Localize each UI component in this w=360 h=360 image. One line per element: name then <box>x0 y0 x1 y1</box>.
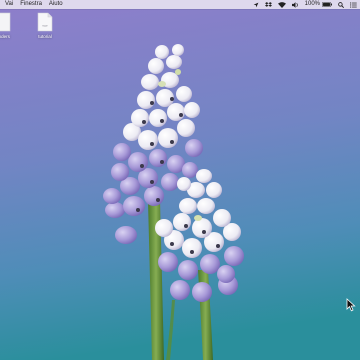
desktop: Vai Finestra Aiuto 100% ders TXT tutoria… <box>0 0 360 360</box>
desktop-icon-tutorial[interactable]: TXT tutorial <box>34 12 56 39</box>
dropbox-icon[interactable] <box>264 0 272 9</box>
file-badge: TXT <box>42 24 48 28</box>
menu-aiuto[interactable]: Aiuto <box>49 0 63 9</box>
desktop-icon-label: enders <box>0 34 10 39</box>
notification-center-icon[interactable] <box>350 0 357 9</box>
battery-icon[interactable] <box>322 0 332 9</box>
menu-bar-left: Vai Finestra Aiuto <box>0 0 70 9</box>
desktop-icon-label: tutorial <box>38 34 52 39</box>
menu-vai[interactable]: Vai <box>5 0 13 9</box>
wifi-icon[interactable] <box>277 0 286 9</box>
desktop-icon-enders[interactable]: enders <box>0 12 14 39</box>
menu-finestra[interactable]: Finestra <box>20 0 42 9</box>
mouse-pointer-icon <box>346 298 356 312</box>
document-icon <box>0 12 11 32</box>
menu-bar: Vai Finestra Aiuto 100% <box>0 0 360 9</box>
text-document-icon: TXT <box>37 12 53 32</box>
location-arrow-icon[interactable] <box>253 0 259 9</box>
battery-percentage[interactable]: 100% <box>305 0 320 9</box>
wallpaper <box>0 0 360 360</box>
menu-bar-status: 100% <box>247 0 357 9</box>
spotlight-search-icon[interactable] <box>338 0 344 9</box>
volume-icon[interactable] <box>291 0 299 9</box>
